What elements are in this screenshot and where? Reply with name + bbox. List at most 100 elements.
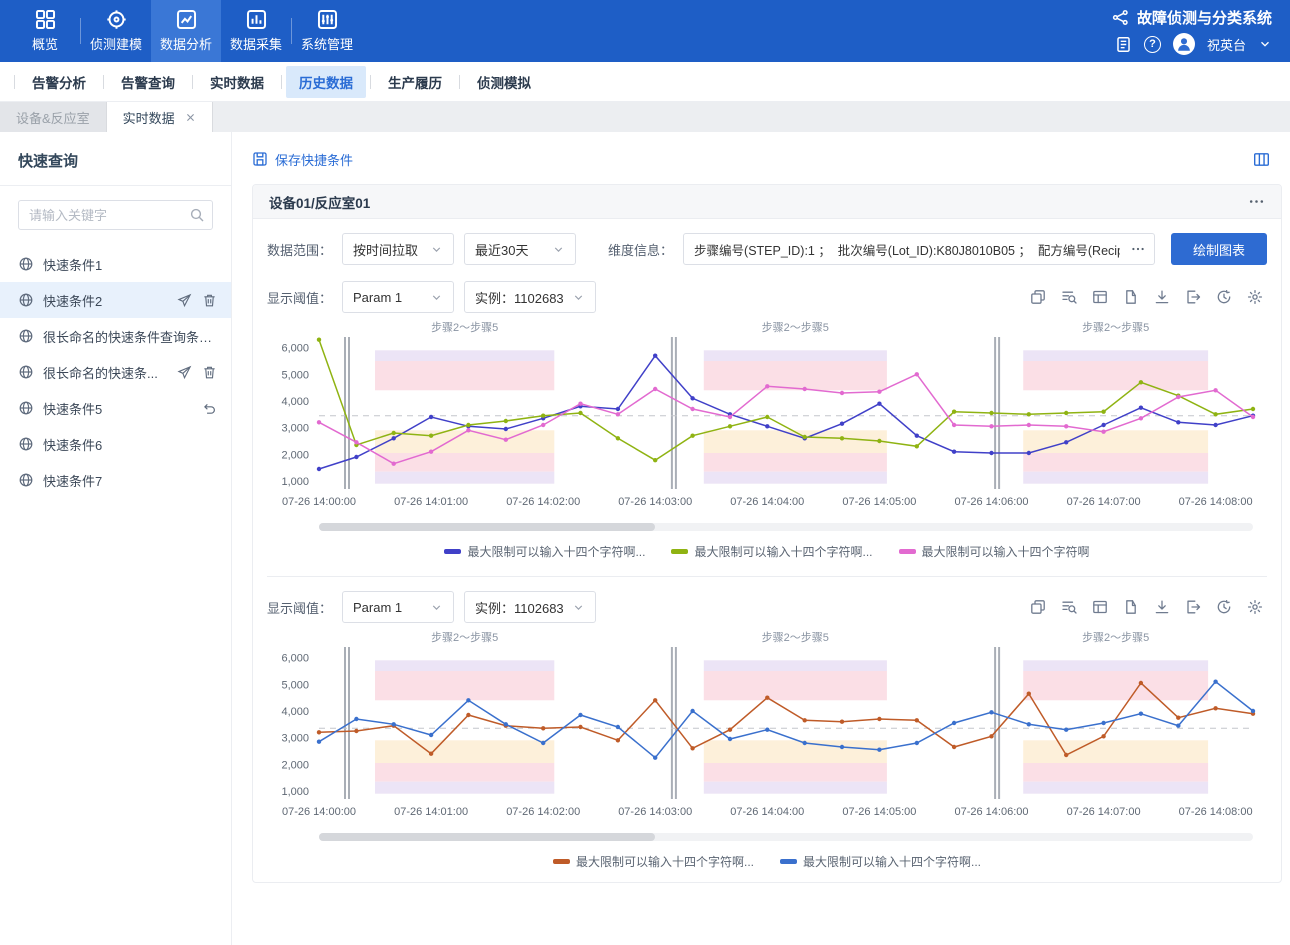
line-chart-1[interactable]: 步骤2～步骤5 步骤2～步骤5 步骤2～步骤5 1,000 2,000 3,000 4,00… — [267, 321, 1265, 519]
copy-icon[interactable] — [1030, 289, 1046, 305]
threshold-label: 显示阈值： — [267, 290, 333, 306]
sidebar-item-label: 快速条件5 — [43, 401, 103, 417]
close-icon[interactable] — [185, 112, 196, 123]
svg-text:1,000: 1,000 — [281, 786, 309, 798]
tab-realtime-data[interactable]: 实时数据 — [106, 102, 213, 132]
sidebar-item-quick-condition-1[interactable]: 快速条件1 — [0, 246, 231, 282]
chart-scrollbar-thumb[interactable] — [319, 523, 656, 531]
subnav-realtime-data[interactable]: 实时数据 — [197, 66, 277, 98]
download-icon[interactable] — [1154, 599, 1170, 615]
nav-item-system-management[interactable]: 系统管理 — [292, 0, 362, 62]
file-export-icon[interactable] — [1123, 599, 1139, 615]
sidebar-item-quick-condition-2[interactable]: 快速条件2 — [0, 282, 231, 318]
separator — [192, 74, 193, 89]
target-icon — [106, 9, 127, 30]
sidebar-item-quick-condition-5[interactable]: 快速条件5 — [0, 390, 231, 426]
settings-icon[interactable] — [1247, 289, 1263, 305]
subnav-history-data[interactable]: 历史数据 — [286, 65, 366, 98]
legend-item[interactable]: 最大限制可以输入十四个字符啊 — [898, 543, 1090, 560]
search-icon[interactable] — [189, 207, 205, 223]
table-icon[interactable] — [1092, 289, 1108, 305]
instance-select[interactable]: 实例：1102683 — [464, 591, 596, 623]
svg-text:07-26 14:06:00: 07-26 14:06:00 — [954, 496, 1028, 508]
instance-value: 实例：1102683 — [475, 600, 564, 616]
chart-scrollbar-thumb[interactable] — [319, 833, 656, 841]
sidebar-item-quick-condition-4[interactable]: 很长命名的快速条... — [0, 354, 231, 390]
help-icon[interactable] — [1143, 35, 1161, 53]
sliders-icon — [317, 9, 338, 30]
grid-icon — [35, 9, 56, 30]
export-right-icon[interactable] — [1185, 289, 1201, 305]
table-icon[interactable] — [1092, 599, 1108, 615]
layout-columns-icon[interactable] — [1253, 151, 1270, 168]
svg-text:07-26 14:06:00: 07-26 14:06:00 — [954, 806, 1028, 818]
legend-label: 最大限制可以输入十四个字符啊... — [575, 855, 754, 869]
nav-label: 数据分析 — [159, 37, 212, 52]
legend-item[interactable]: 最大限制可以输入十四个字符啊... — [671, 543, 873, 560]
chevron-down-icon[interactable] — [1258, 37, 1272, 51]
app-title: 故障侦测与分类系统 — [1136, 10, 1272, 27]
send-icon[interactable] — [177, 365, 192, 380]
param-select[interactable]: Param 1 — [342, 591, 455, 623]
chart-scrollbar — [319, 833, 1253, 841]
param-value: Param 1 — [353, 289, 403, 305]
globe-icon — [18, 364, 34, 380]
document-icon[interactable] — [1115, 36, 1132, 53]
chart-panel-1: 显示阈值： Param 1 实例：1102683 步骤2～步骤5 步骤2～步骤5 步… — [267, 281, 1267, 560]
subnav-alarm-analysis[interactable]: 告警分析 — [19, 66, 99, 98]
nav-item-data-analysis[interactable]: 数据分析 — [151, 0, 221, 62]
more-menu-button[interactable] — [1248, 193, 1265, 210]
settings-icon[interactable] — [1247, 599, 1263, 615]
search-input[interactable] — [18, 200, 213, 230]
legend-item[interactable]: 最大限制可以输入十四个字符啊... — [444, 543, 645, 560]
avatar[interactable] — [1172, 33, 1195, 55]
dimension-info-input[interactable] — [683, 233, 1156, 265]
instance-select[interactable]: 实例：1102683 — [464, 281, 596, 313]
sidebar-item-quick-condition-7[interactable]: 快速条件7 — [0, 462, 231, 498]
nav-item-detection-modeling[interactable]: 侦测建模 — [81, 0, 151, 62]
file-export-icon[interactable] — [1123, 289, 1139, 305]
share-node-icon — [1112, 9, 1129, 26]
trash-icon[interactable] — [202, 293, 217, 308]
separator — [281, 74, 282, 89]
sidebar-item-quick-condition-6[interactable]: 快速条件6 — [0, 426, 231, 462]
svg-text:07-26 14:01:00: 07-26 14:01:00 — [394, 806, 468, 818]
copy-icon[interactable] — [1030, 599, 1046, 615]
sidebar-item-quick-condition-3[interactable]: 很长命名的快速条件查询条件条... — [0, 318, 231, 354]
legend-item[interactable]: 最大限制可以输入十四个字符啊... — [780, 853, 981, 870]
draw-chart-button[interactable]: 绘制图表 — [1170, 233, 1267, 265]
search-list-icon[interactable] — [1061, 599, 1077, 615]
param-select[interactable]: Param 1 — [342, 281, 455, 313]
history-icon[interactable] — [1216, 289, 1232, 305]
svg-text:07-26 14:08:00: 07-26 14:08:00 — [1179, 806, 1253, 818]
nav-item-overview[interactable]: 概览 — [10, 0, 80, 62]
subnav-production-history[interactable]: 生产履历 — [375, 66, 455, 98]
sidebar-item-label: 快速条件6 — [43, 437, 103, 453]
svg-text:步骤2～步骤5: 步骤2～步骤5 — [762, 321, 829, 334]
pull-mode-select[interactable]: 按时间拉取 — [342, 233, 455, 265]
period-select[interactable]: 最近30天 — [464, 233, 577, 265]
svg-text:07-26 14:05:00: 07-26 14:05:00 — [842, 806, 916, 818]
svg-text:07-26 14:07:00: 07-26 14:07:00 — [1067, 806, 1141, 818]
tab-device-chamber[interactable]: 设备&反应室 — [0, 102, 107, 132]
nav-item-data-collection[interactable]: 数据采集 — [221, 0, 291, 62]
history-icon[interactable] — [1216, 599, 1232, 615]
legend-item[interactable]: 最大限制可以输入十四个字符啊... — [552, 853, 754, 870]
header-right: 故障侦测与分类系统 祝英台 — [1112, 0, 1290, 62]
trash-icon[interactable] — [202, 365, 217, 380]
send-icon[interactable] — [177, 293, 192, 308]
line-chart-2[interactable]: 步骤2～步骤5 步骤2～步骤5 步骤2～步骤5 1,000 2,000 3,000 4,00… — [267, 631, 1265, 829]
download-icon[interactable] — [1154, 289, 1170, 305]
svg-text:07-26 14:00:00: 07-26 14:00:00 — [282, 496, 356, 508]
search-list-icon[interactable] — [1061, 289, 1077, 305]
sidebar-item-label: 很长命名的快速条... — [43, 365, 158, 381]
sub-nav: 告警分析 告警查询 实时数据 历史数据 生产履历 侦测模拟 — [0, 62, 1290, 102]
chart-line-icon — [176, 9, 197, 30]
subnav-detection-simulation[interactable]: 侦测模拟 — [464, 66, 544, 98]
export-right-icon[interactable] — [1185, 599, 1201, 615]
panel-controls: 显示阈值： Param 1 实例：1102683 — [267, 281, 1267, 313]
subnav-alarm-query[interactable]: 告警查询 — [108, 66, 188, 98]
dimension-more-button[interactable] — [1130, 241, 1146, 257]
undo-icon[interactable] — [202, 401, 217, 416]
save-shortcut-button[interactable]: 保存快捷条件 — [252, 150, 353, 169]
